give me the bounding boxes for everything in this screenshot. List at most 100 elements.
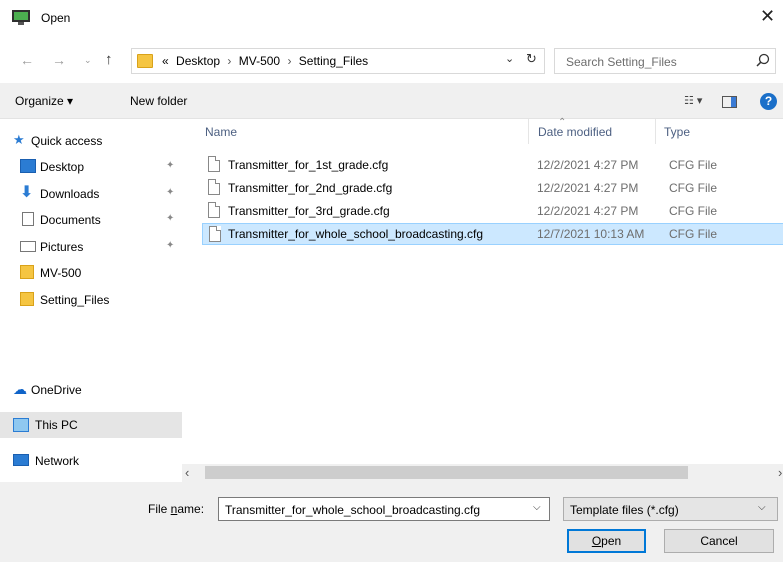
search-icon[interactable] — [756, 53, 770, 67]
file-type: CFG File — [669, 181, 717, 195]
pictures-icon — [20, 241, 36, 252]
change-view-icon[interactable]: ☷ ▾ — [684, 94, 702, 107]
preview-pane-icon[interactable] — [722, 96, 737, 108]
file-icon — [209, 226, 221, 242]
open-button-label: pen — [601, 534, 622, 548]
pin-icon: ✦ — [166, 240, 175, 251]
nav-item-label: MV-500 — [40, 266, 82, 280]
file-name-label: File name: — [148, 502, 204, 516]
network-icon — [13, 454, 29, 466]
file-type: CFG File — [669, 227, 717, 241]
file-list: ⌃ Name Date modified Type Transmitter_fo… — [191, 117, 783, 464]
chevron-down-icon[interactable]: ⌵ — [758, 502, 766, 513]
pin-icon: ✦ — [166, 187, 175, 198]
organize-button[interactable]: Organize ▾ — [15, 94, 73, 108]
nav-item-label: OneDrive — [31, 383, 82, 397]
file-date-modified: 12/7/2021 10:13 AM — [537, 227, 645, 241]
desktop-icon — [20, 159, 36, 173]
close-icon[interactable]: ✕ — [760, 5, 783, 29]
file-type-select[interactable]: Template files (*.cfg) ⌵ — [563, 497, 778, 521]
breadcrumb-separator[interactable]: › — [227, 54, 231, 68]
file-type-value: Template files (*.cfg) — [570, 503, 679, 517]
recent-locations-chevron-icon[interactable]: ⌄ — [84, 55, 92, 66]
file-date-modified: 12/2/2021 4:27 PM — [537, 158, 639, 172]
onedrive-icon: ☁ — [13, 381, 27, 397]
address-bar[interactable]: « Desktop › MV-500 › Setting_Files ⌄ ↻ — [131, 48, 545, 74]
help-icon[interactable]: ? — [760, 93, 777, 110]
forward-arrow-icon[interactable]: → — [52, 52, 66, 68]
horizontal-scrollbar[interactable]: ‹ › — [182, 464, 783, 482]
breadcrumb-desktop[interactable]: Desktop — [176, 54, 220, 68]
breadcrumb-mv-500[interactable]: MV-500 — [239, 54, 280, 68]
back-arrow-icon[interactable]: ← — [20, 52, 34, 68]
scrollbar-thumb[interactable] — [205, 466, 688, 479]
folder-icon — [20, 265, 34, 279]
nav-item-label: Documents — [40, 213, 101, 227]
address-row: ← → ⌄ ↑ « Desktop › MV-500 › Setting_Fil… — [0, 44, 783, 78]
nav-item-label: Pictures — [40, 240, 84, 254]
nav-item-mv-500[interactable]: MV-500 — [0, 261, 182, 285]
nav-item-quick-access[interactable]: ★ Quick access — [0, 129, 182, 153]
column-header-date-modified[interactable]: Date modified — [529, 119, 655, 144]
scroll-left-icon[interactable]: ‹ — [185, 465, 189, 480]
folder-icon — [20, 292, 34, 306]
file-icon — [208, 179, 220, 195]
refresh-icon[interactable]: ↻ — [526, 51, 537, 67]
this-pc-icon — [13, 418, 29, 432]
open-button-accesskey: O — [591, 534, 602, 548]
nav-item-onedrive[interactable]: ☁ OneDrive — [0, 378, 182, 402]
nav-item-desktop[interactable]: Desktop ✦ — [0, 155, 182, 179]
cancel-button[interactable]: Cancel — [664, 529, 774, 553]
up-arrow-icon[interactable]: ↑ — [105, 51, 113, 68]
search-placeholder: Search Setting_Files — [566, 55, 677, 69]
title-bar: Open ✕ — [0, 0, 783, 36]
nav-item-network[interactable]: Network — [0, 449, 182, 473]
chevron-down-icon[interactable]: ⌵ — [533, 502, 541, 513]
breadcrumb-separator[interactable]: › — [287, 54, 291, 68]
window-title: Open — [41, 11, 71, 25]
nav-item-label: Desktop — [40, 160, 85, 174]
file-date-modified: 12/2/2021 4:27 PM — [537, 204, 639, 218]
documents-icon — [22, 212, 34, 226]
open-button[interactable]: Open — [567, 529, 646, 553]
dialog-footer: File name: Transmitter_for_whole_school_… — [0, 482, 783, 562]
pin-icon: ✦ — [166, 160, 175, 171]
file-name: Transmitter_for_1st_grade.cfg — [228, 158, 389, 172]
file-type: CFG File — [669, 158, 717, 172]
scroll-right-icon[interactable]: › — [778, 465, 782, 480]
file-row[interactable]: Transmitter_for_2nd_grade.cfg 12/2/2021 … — [202, 177, 783, 199]
file-row[interactable]: Transmitter_for_1st_grade.cfg 12/2/2021 … — [202, 154, 783, 176]
nav-item-pictures[interactable]: Pictures ✦ — [0, 235, 182, 259]
star-icon: ★ — [13, 132, 25, 147]
file-name-value: Transmitter_for_whole_school_broadcastin… — [225, 503, 481, 517]
column-header-label: Name — [205, 125, 238, 139]
new-folder-button[interactable]: New folder — [130, 94, 187, 108]
breadcrumb-setting-files[interactable]: Setting_Files — [299, 54, 368, 68]
nav-item-label: Quick access — [31, 134, 103, 148]
nav-item-downloads[interactable]: ⬇ Downloads ✦ — [0, 182, 182, 206]
address-dropdown-icon[interactable]: ⌄ — [505, 52, 514, 65]
nav-item-setting-files[interactable]: Setting_Files — [0, 288, 182, 312]
column-header-type[interactable]: Type — [656, 119, 776, 144]
file-name-field[interactable]: Transmitter_for_whole_school_broadcastin… — [218, 497, 550, 521]
column-header-name[interactable]: Name — [191, 119, 527, 144]
file-name: Transmitter_for_2nd_grade.cfg — [228, 181, 393, 195]
command-bar: Organize ▾ New folder ☷ ▾ ? — [0, 83, 783, 119]
nav-item-this-pc[interactable]: This PC — [0, 412, 182, 438]
file-name-label-part: ame: — [177, 502, 205, 516]
file-icon — [208, 156, 220, 172]
nav-item-documents[interactable]: Documents ✦ — [0, 208, 182, 232]
breadcrumb: « Desktop › MV-500 › Setting_Files — [162, 54, 368, 68]
nav-item-label: Downloads — [40, 187, 100, 201]
nav-item-label: This PC — [35, 418, 78, 432]
pin-icon: ✦ — [166, 213, 175, 224]
file-row-selected[interactable]: Transmitter_for_whole_school_broadcastin… — [202, 223, 783, 245]
file-icon — [208, 202, 220, 218]
file-name-label-part: File — [148, 502, 171, 516]
folder-icon — [137, 54, 153, 68]
navigation-pane: ★ Quick access Desktop ✦ ⬇ Downloads ✦ D… — [0, 119, 182, 482]
breadcrumb-overflow[interactable]: « — [162, 54, 169, 68]
downloads-icon: ⬇ — [20, 184, 34, 201]
file-row[interactable]: Transmitter_for_3rd_grade.cfg 12/2/2021 … — [202, 200, 783, 222]
search-input[interactable]: Search Setting_Files — [554, 48, 776, 74]
